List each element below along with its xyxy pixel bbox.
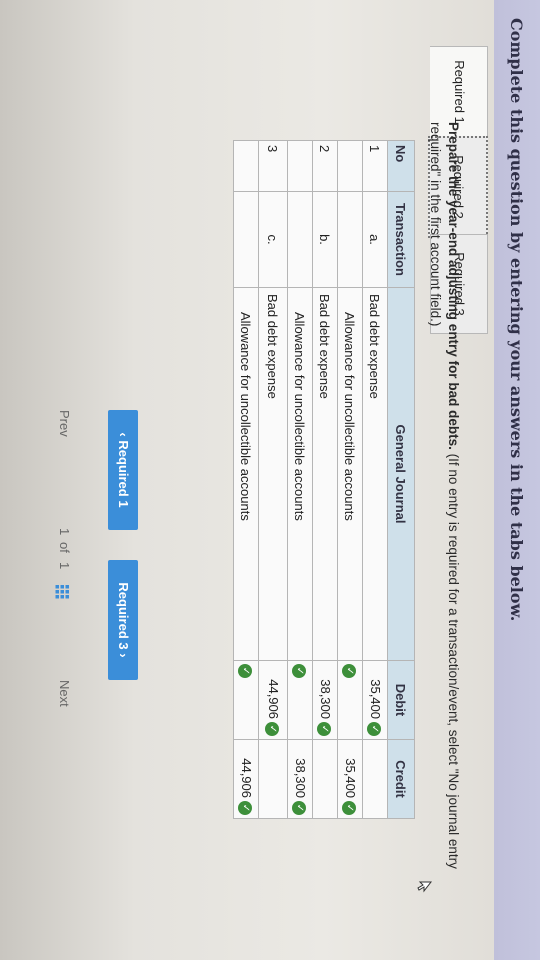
check-icon: ✓ [265, 722, 280, 736]
debit-value: 44,906 [265, 679, 281, 719]
table-row: 3 c. Bad debt expense 44,906 ✓ [258, 140, 288, 819]
table-row: 2 b. Bad debt expense 38,300 ✓ [312, 140, 338, 819]
debit-field[interactable]: 38,300 ✓ [312, 660, 338, 740]
credit-value: 44,906 [238, 758, 254, 798]
chevron-right-icon: › [116, 653, 131, 658]
debit-field[interactable]: ✓ [287, 660, 313, 740]
page-total: 1 [57, 562, 72, 570]
row-no: 2 [312, 140, 338, 192]
instructions-banner: Complete this question by entering your … [494, 0, 540, 960]
debit-value: 35,400 [367, 679, 383, 719]
check-icon: ✓ [342, 664, 357, 678]
next-tab-button[interactable]: Required 3 › [108, 560, 138, 680]
row-transaction: c. [258, 191, 288, 288]
row-no: 1 [362, 140, 388, 192]
table-row: 1 a. Bad debt expense 35,400 ✓ [362, 140, 388, 819]
debit-field[interactable]: 35,400 ✓ [362, 660, 388, 740]
credit-field[interactable]: 44,906 ✓ [233, 739, 259, 819]
account-name: Bad debt expense [367, 294, 383, 399]
pager: Prev 1 of 1 Next [52, 410, 72, 710]
credit-value: 35,400 [342, 758, 358, 798]
check-icon: ✓ [367, 722, 382, 736]
account-name: Bad debt expense [317, 294, 333, 399]
next-page-link[interactable]: Next [57, 680, 72, 707]
debit-field[interactable]: 44,906 ✓ [258, 660, 288, 740]
credit-field[interactable]: 35,400 ✓ [337, 739, 363, 819]
prev-page-link[interactable]: Prev [57, 410, 72, 437]
account-name: Allowance for uncollectible accounts [342, 312, 358, 521]
prev-tab-label: Required 1 [116, 440, 131, 508]
check-icon: ✓ [292, 801, 307, 815]
header-credit: Credit [387, 739, 415, 819]
row-transaction [287, 191, 313, 288]
header-transaction: Transaction [387, 191, 415, 288]
row-transaction: b. [312, 191, 338, 288]
grid-icon[interactable] [55, 585, 69, 599]
prev-tab-button[interactable]: ‹ Required 1 [108, 410, 138, 530]
row-no [233, 140, 259, 192]
account-select[interactable]: Allowance for uncollectible accounts [287, 287, 313, 661]
account-select[interactable]: Bad debt expense [258, 287, 288, 661]
chevron-left-icon: ‹ [116, 432, 131, 437]
table-row: Allowance for uncollectible accounts ✓ 4… [233, 140, 259, 819]
account-name: Allowance for uncollectible accounts [292, 312, 308, 521]
header-debit: Debit [387, 660, 415, 740]
account-select[interactable]: Bad debt expense [362, 287, 388, 661]
row-transaction: a. [362, 191, 388, 288]
next-tab-label: Required 3 [116, 582, 131, 650]
page-current: 1 [57, 528, 72, 536]
instructions-text: Prepare the year-end adjusting entry for… [426, 122, 462, 917]
check-icon: ✓ [342, 801, 357, 815]
check-icon: ✓ [238, 801, 253, 815]
debit-value: 38,300 [317, 679, 333, 719]
header-general-journal: General Journal [387, 287, 415, 661]
credit-field[interactable] [362, 739, 388, 819]
row-no [287, 140, 313, 192]
page-of: of [57, 542, 72, 553]
banner-text: Complete this question by entering your … [507, 18, 526, 622]
account-name: Bad debt expense [265, 294, 281, 399]
credit-field[interactable] [312, 739, 338, 819]
row-no [337, 140, 363, 192]
cursor-icon [417, 881, 433, 893]
journal-table: No Transaction General Journal Debit Cre… [233, 140, 415, 819]
table-row: Allowance for uncollectible accounts ✓ 3… [337, 140, 363, 819]
row-no: 3 [258, 140, 288, 192]
header-no: No [387, 140, 415, 192]
credit-field[interactable]: 38,300 ✓ [287, 739, 313, 819]
instructions-main: Prepare the year-end adjusting entry for… [446, 122, 461, 450]
check-icon: ✓ [292, 664, 307, 678]
credit-value: 38,300 [292, 758, 308, 798]
rotated-screen: Complete this question by entering your … [0, 0, 540, 960]
account-select[interactable]: Allowance for uncollectible accounts [337, 287, 363, 661]
check-icon: ✓ [317, 722, 332, 736]
debit-field[interactable]: ✓ [337, 660, 363, 740]
table-row: Allowance for uncollectible accounts ✓ 3… [287, 140, 313, 819]
account-select[interactable]: Allowance for uncollectible accounts [233, 287, 259, 661]
row-transaction [337, 191, 363, 288]
check-icon: ✓ [238, 664, 253, 678]
account-name: Allowance for uncollectible accounts [238, 312, 254, 521]
credit-field[interactable] [258, 739, 288, 819]
row-transaction [233, 191, 259, 288]
table-header-row: No Transaction General Journal Debit Cre… [387, 140, 415, 819]
account-select[interactable]: Bad debt expense [312, 287, 338, 661]
debit-field[interactable]: ✓ [233, 660, 259, 740]
